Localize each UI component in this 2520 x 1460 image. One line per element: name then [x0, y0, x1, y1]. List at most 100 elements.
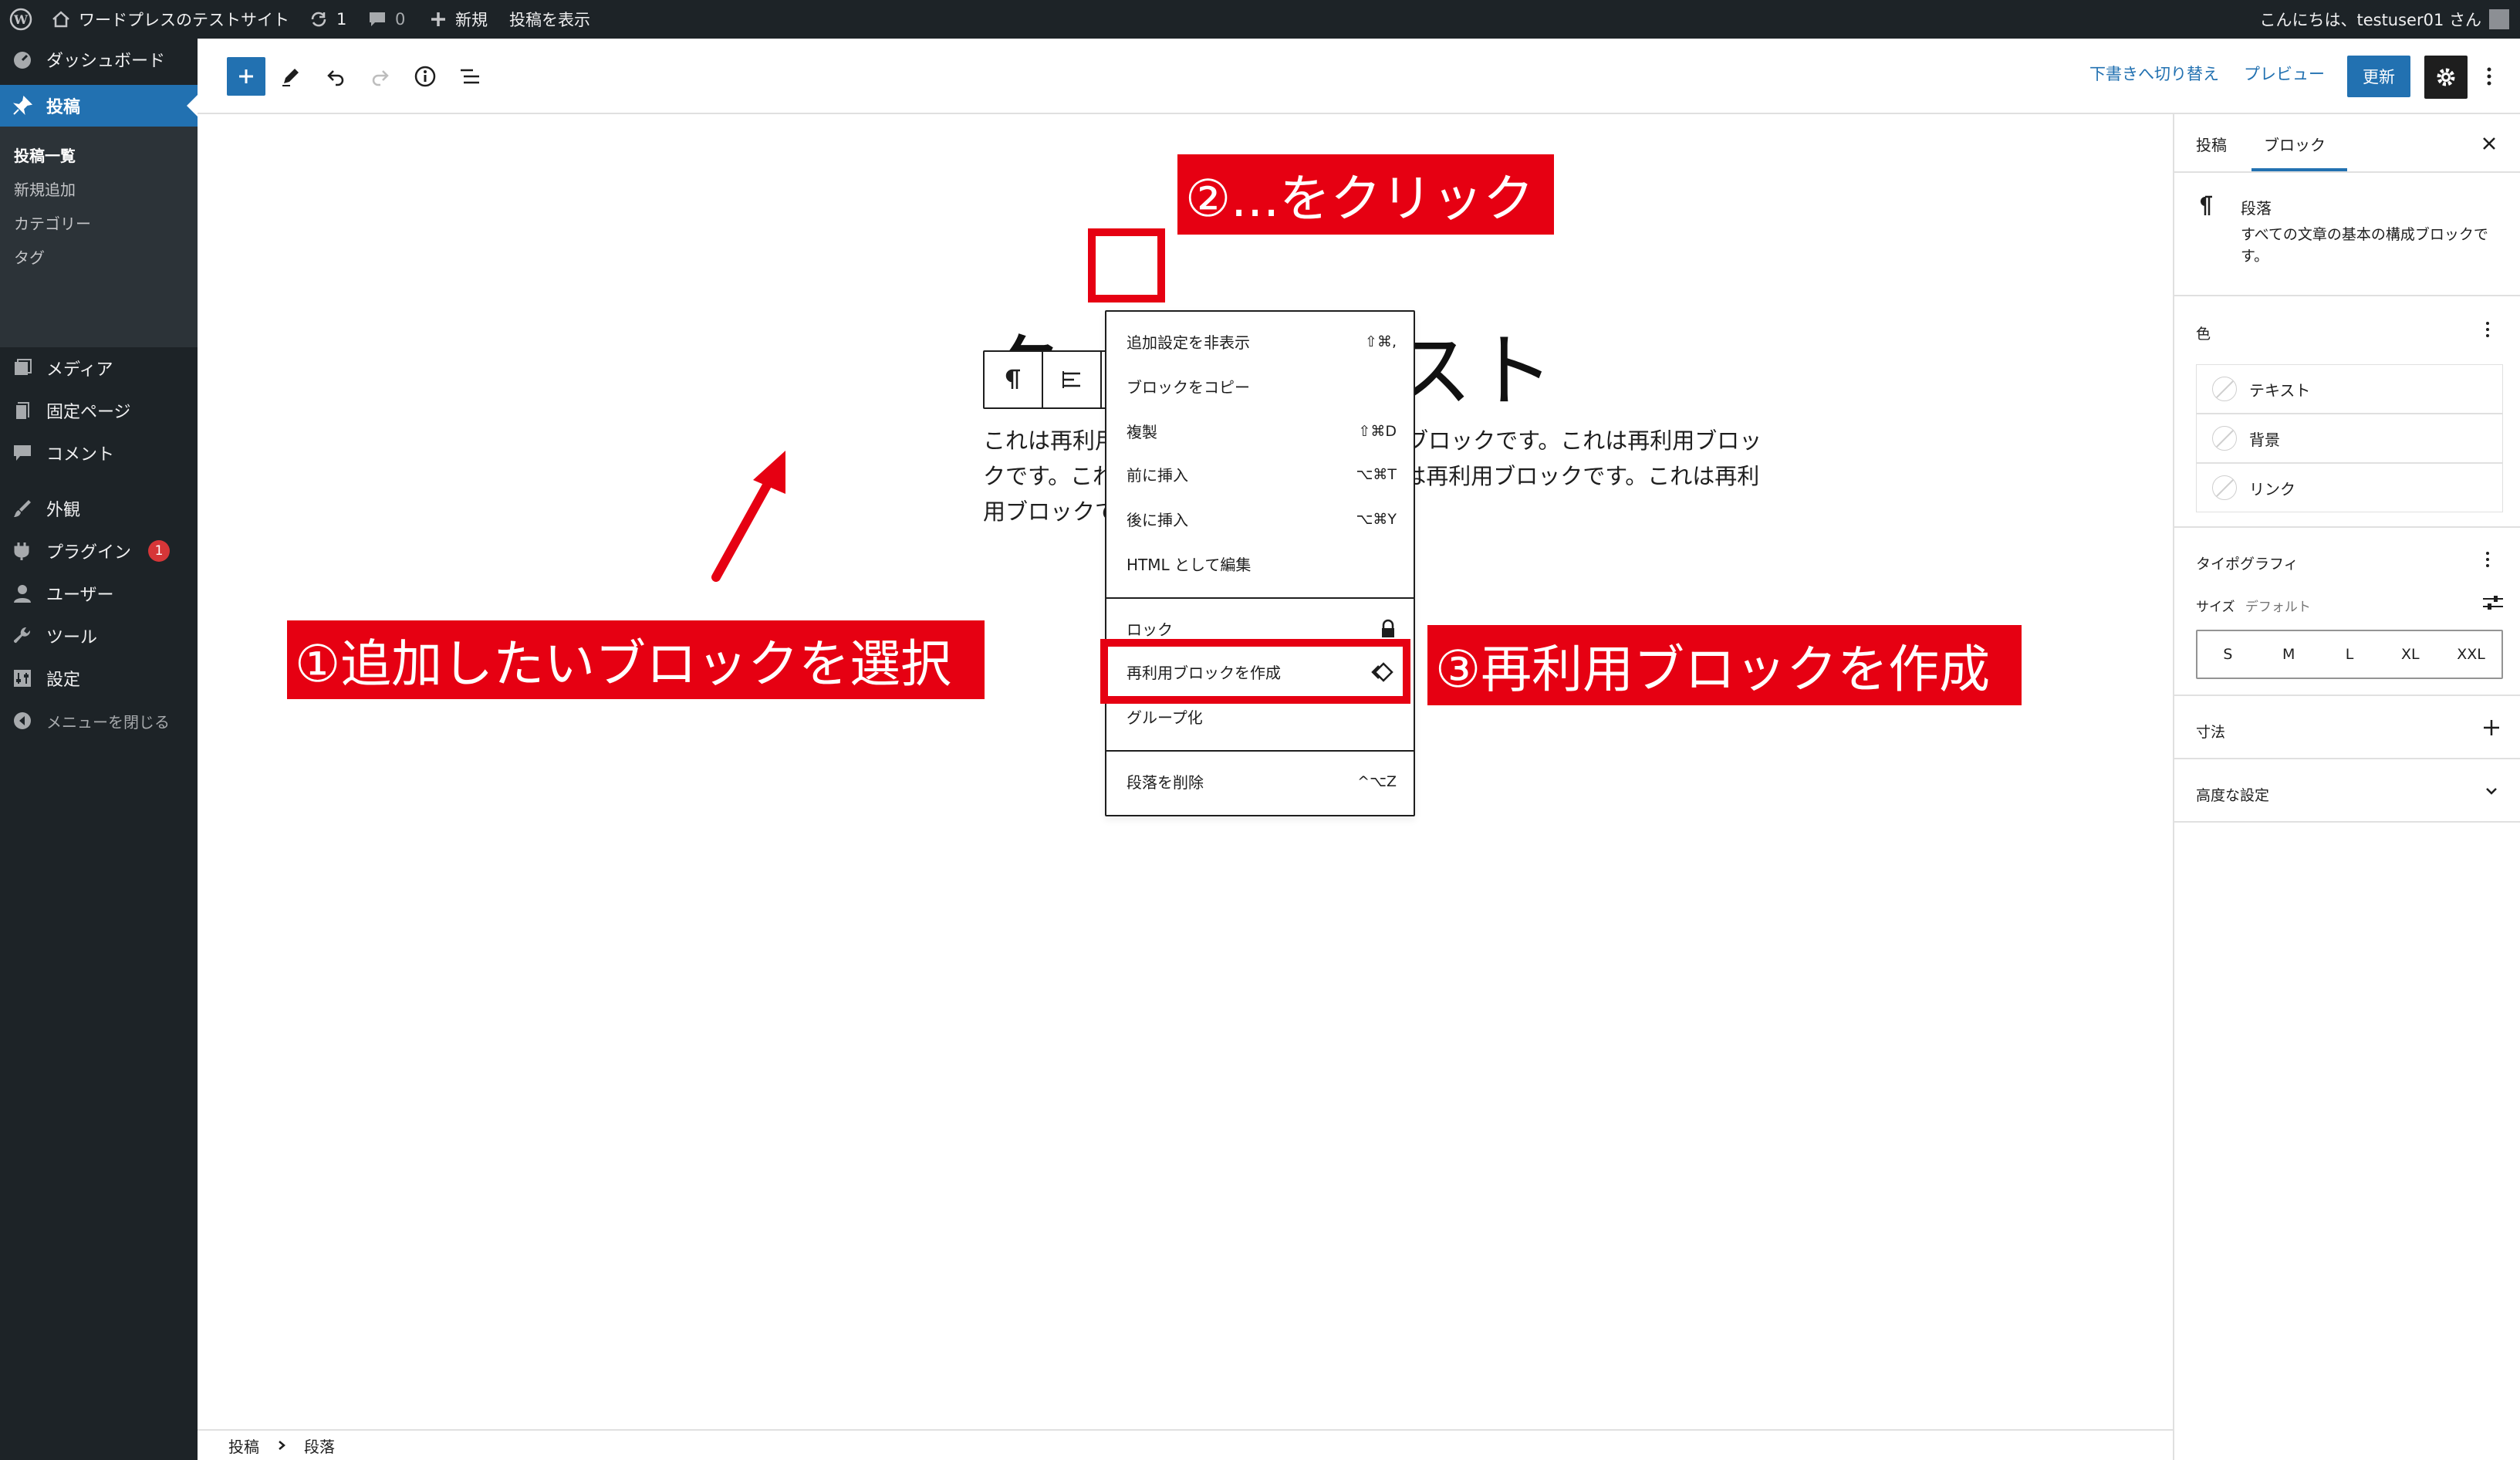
- new-content-link[interactable]: 新規: [429, 0, 488, 39]
- plus-icon: [429, 10, 448, 29]
- submenu-item-all-posts[interactable]: 投稿一覧: [14, 144, 76, 166]
- menu-item-insert-before[interactable]: 前に挿入 ⌥⌘T: [1127, 463, 1397, 485]
- plus-icon: [235, 66, 257, 87]
- custom-size-toggle[interactable]: [2481, 593, 2505, 613]
- more-vertical-icon: [2485, 319, 2491, 340]
- list-view-button[interactable]: [451, 57, 489, 96]
- align-button[interactable]: [1043, 352, 1100, 407]
- refresh-icon: [309, 9, 329, 29]
- tab-post[interactable]: 投稿: [2196, 133, 2227, 155]
- updates-link[interactable]: 1: [309, 0, 346, 39]
- block-type-button[interactable]: [985, 352, 1042, 407]
- size-option-s[interactable]: S: [2197, 631, 2258, 678]
- color-panel: 色 テキスト 背景 リンク: [2174, 296, 2520, 528]
- font-size-picker: S M L XL XXL: [2196, 630, 2503, 679]
- block-card-title: 段落: [2241, 199, 2272, 218]
- editor-header-toolbar: 下書きへ切り替え プレビュー 更新: [198, 39, 2520, 114]
- size-option-l[interactable]: L: [2319, 631, 2380, 678]
- annotation-step3: ③再利用ブロックを作成: [1427, 625, 2022, 705]
- switch-to-draft-button[interactable]: 下書きへ切り替え: [2089, 62, 2219, 85]
- svg-text:W: W: [13, 12, 29, 27]
- menu-item-tools[interactable]: ツール: [0, 615, 198, 657]
- home-icon: [51, 9, 71, 29]
- gear-icon: [2434, 66, 2458, 89]
- color-item-link[interactable]: リンク: [2196, 463, 2503, 512]
- menu-item-comments[interactable]: コメント: [0, 432, 198, 474]
- align-left-icon: [1060, 368, 1083, 391]
- redo-button[interactable]: [361, 57, 400, 96]
- details-button[interactable]: [406, 57, 444, 96]
- close-sidebar-button[interactable]: [2474, 128, 2505, 159]
- options-menu-button[interactable]: [2474, 57, 2505, 96]
- plugin-icon: [11, 539, 34, 563]
- empty-swatch-icon: [2212, 426, 2237, 451]
- paragraph-icon: [1003, 367, 1023, 392]
- active-tab-indicator: [2251, 168, 2347, 171]
- advanced-panel-title: 高度な設定: [2196, 787, 2270, 804]
- chevron-right-icon: [276, 1439, 287, 1452]
- typography-panel: タイポグラフィ サイズ デフォルト S M L XL XXL: [2174, 528, 2520, 696]
- advanced-panel[interactable]: 高度な設定: [2174, 759, 2520, 823]
- paintbrush-icon: [11, 497, 34, 520]
- menu-item-plugins[interactable]: プラグイン 1: [0, 530, 198, 572]
- menu-item-lock[interactable]: ロック: [1127, 617, 1397, 640]
- tools-edit-button[interactable]: [272, 57, 310, 96]
- color-item-background[interactable]: 背景: [2196, 414, 2503, 463]
- empty-swatch-icon: [2212, 475, 2237, 500]
- settings-sliders-icon: [11, 667, 34, 690]
- collapse-menu-button[interactable]: メニューを閉じる: [0, 700, 198, 742]
- admin-bar: W ワードプレスのテストサイト 1 0 新規 投稿を表示 こんにちは、testu…: [0, 0, 2520, 39]
- color-item-text[interactable]: テキスト: [2196, 364, 2503, 414]
- paragraph-icon: [2197, 194, 2214, 218]
- menu-item-duplicate[interactable]: 複製 ⇧⌘D: [1127, 420, 1397, 442]
- color-panel-title: 色: [2196, 326, 2211, 343]
- site-name-link[interactable]: ワードプレスのテストサイト: [51, 0, 289, 39]
- font-size-label: サイズ デフォルト: [2196, 600, 2311, 615]
- breadcrumb-root[interactable]: 投稿: [228, 1435, 259, 1457]
- menu-item-settings[interactable]: 設定: [0, 657, 198, 699]
- menu-item-insert-after[interactable]: 後に挿入 ⌥⌘Y: [1127, 508, 1397, 530]
- annotation-step2: ②...をクリック: [1177, 154, 1554, 235]
- view-post-link[interactable]: 投稿を表示: [509, 0, 590, 39]
- typography-options-button[interactable]: [2485, 549, 2491, 569]
- annotation-arrow-icon: [711, 451, 785, 582]
- menu-item-pages[interactable]: 固定ページ: [0, 390, 198, 431]
- close-icon: [2481, 135, 2498, 152]
- menu-item-users[interactable]: ユーザー: [0, 573, 198, 614]
- menu-item-dashboard[interactable]: ダッシュボード: [0, 39, 198, 80]
- submenu-item-tags[interactable]: タグ: [14, 245, 45, 268]
- plus-icon[interactable]: [2481, 718, 2501, 738]
- undo-button[interactable]: [316, 57, 355, 96]
- tab-block[interactable]: ブロック: [2264, 133, 2326, 155]
- update-button[interactable]: 更新: [2347, 56, 2410, 97]
- submenu-item-categories[interactable]: カテゴリー: [14, 211, 91, 234]
- more-vertical-icon: [2485, 549, 2491, 569]
- color-options-button[interactable]: [2485, 319, 2491, 340]
- menu-item-posts[interactable]: 投稿: [0, 85, 198, 127]
- size-option-xxl[interactable]: XXL: [2441, 631, 2501, 678]
- wordpress-logo-icon[interactable]: W: [9, 0, 32, 39]
- block-inserter-button[interactable]: [227, 57, 265, 96]
- user-account-menu[interactable]: こんにちは、testuser01 さん: [2259, 0, 2509, 39]
- size-option-m[interactable]: M: [2258, 631, 2319, 678]
- menu-item-hide-settings[interactable]: 追加設定を非表示 ⇧⌘,: [1127, 330, 1397, 353]
- posts-submenu: 投稿一覧 新規追加 カテゴリー タグ: [0, 127, 198, 347]
- annotation-step1: ①追加したいブロックを選択: [287, 620, 985, 699]
- dimensions-panel[interactable]: 寸法: [2174, 696, 2520, 759]
- sliders-icon: [2481, 593, 2505, 613]
- menu-item-delete-paragraph[interactable]: 段落を削除 ^⌥Z: [1127, 770, 1397, 793]
- settings-button[interactable]: [2424, 56, 2468, 99]
- size-option-xl[interactable]: XL: [2380, 631, 2441, 678]
- annotation-highlight-options-button: [1088, 228, 1165, 302]
- settings-sidebar: 投稿 ブロック 段落 すべての文章の基本の構成ブロックです。 色 テキスト 背景…: [2173, 114, 2520, 1460]
- submenu-item-add-new[interactable]: 新規追加: [14, 177, 76, 200]
- menu-item-media[interactable]: メディア: [0, 347, 198, 389]
- menu-item-group[interactable]: グループ化: [1127, 705, 1397, 728]
- comments-link[interactable]: 0: [367, 0, 405, 39]
- breadcrumb-current: 段落: [304, 1437, 335, 1456]
- block-card-description: すべての文章の基本の構成ブロックです。: [2241, 226, 2488, 265]
- menu-item-edit-as-html[interactable]: HTML として編集: [1127, 553, 1397, 575]
- preview-button[interactable]: プレビュー: [2244, 62, 2325, 85]
- menu-item-copy-block[interactable]: ブロックをコピー: [1127, 375, 1397, 397]
- menu-item-appearance[interactable]: 外観: [0, 488, 198, 529]
